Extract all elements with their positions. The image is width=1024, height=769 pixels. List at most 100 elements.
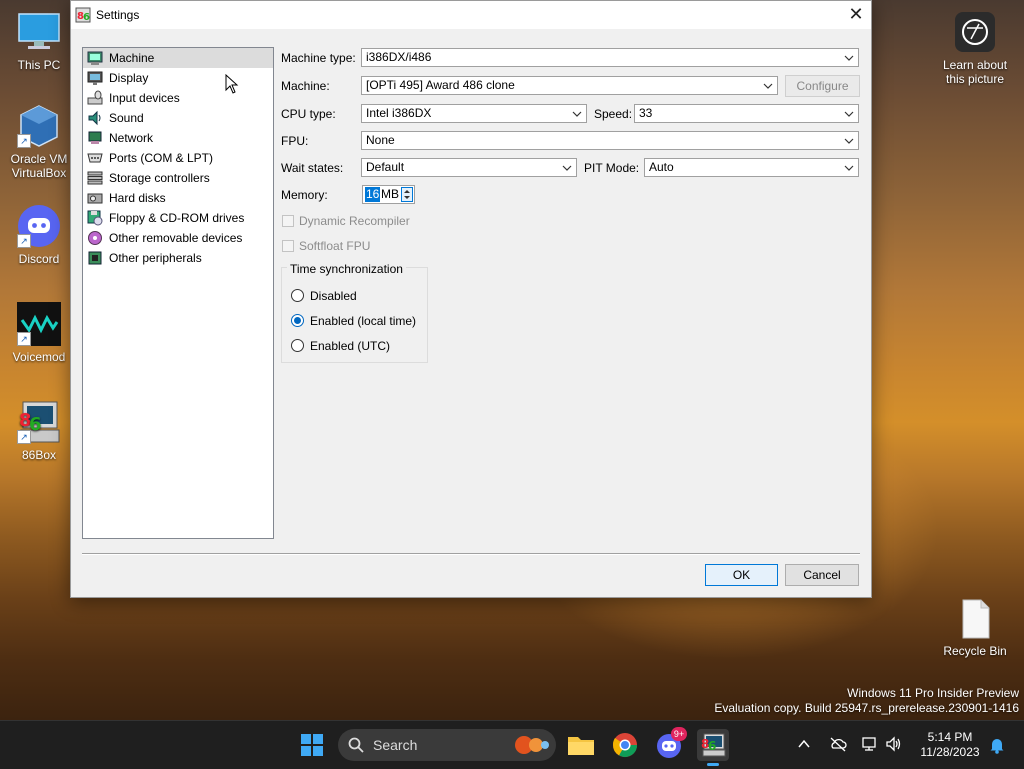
taskbar-search-box[interactable]: Search [338,729,556,761]
nav-item-machine[interactable]: Machine [83,48,273,68]
time-sync-local-radio[interactable] [291,314,304,327]
nav-item-label: Other removable devices [109,231,243,245]
time-sync-utc-radio[interactable] [291,339,304,352]
time-sync-disabled-label: Disabled [310,289,357,303]
nav-item-storage-controllers[interactable]: Storage controllers [83,168,273,188]
nav-item-network[interactable]: Network [83,128,273,148]
wait-states-label: Wait states: [281,161,344,175]
nav-item-floppy-cdrom[interactable]: Floppy & CD-ROM drives [83,208,273,228]
file-explorer-icon[interactable] [565,729,597,761]
chevron-up-icon[interactable] [797,737,811,754]
hard-disk-icon [87,190,103,206]
pit-mode-dropdown[interactable]: Auto [644,158,859,177]
pit-mode-value: Auto [649,160,674,174]
shortcut-arrow-icon: ↗ [17,234,31,248]
desktop-icon-virtualbox[interactable]: ↗ Oracle VM VirtualBox [1,104,77,180]
desktop-icon-label: Voicemod [12,350,66,364]
86box-app-icon: 86 [75,7,91,23]
volume-icon[interactable] [885,736,903,755]
softfloat-fpu-label: Softfloat FPU [299,239,371,253]
svg-text:6: 6 [708,739,716,753]
speed-value: 33 [639,106,653,120]
desktop-icon-learn-about-picture[interactable]: Learn about this picture [937,10,1013,86]
search-icon [348,737,364,756]
86box-taskbar-icon[interactable]: 86 [697,729,729,766]
chevron-down-icon [844,132,854,149]
configure-button[interactable]: Configure [785,75,860,97]
memory-value[interactable]: 16 [365,187,381,202]
desktop-icon-voicemod[interactable]: ↗ Voicemod [1,302,77,364]
close-button[interactable]: ✕ [841,1,871,29]
storage-icon [87,170,103,186]
nav-item-hard-disks[interactable]: Hard disks [83,188,273,208]
time-sync-disabled-radio[interactable] [291,289,304,302]
floppy-icon [87,210,103,226]
chevron-down-icon [572,105,582,122]
cpu-type-label: CPU type: [281,107,336,121]
shortcut-arrow-icon: ↗ [17,332,31,346]
active-app-indicator [707,763,719,766]
cloud-offline-icon[interactable] [829,736,847,755]
windows-watermark: Windows 11 Pro Insider Preview Evaluatio… [714,686,1019,716]
settings-category-list[interactable]: Machine Display Input devices Sound Netw… [82,47,274,539]
nav-item-label: Machine [109,51,155,65]
desktop-icon-86box[interactable]: 86 ↗ 86Box [1,400,77,462]
network-tray-icon[interactable] [861,736,879,755]
nav-item-label: Input devices [109,91,180,105]
virtualbox-icon: ↗ [17,104,61,148]
display-icon [87,70,103,86]
speed-dropdown[interactable]: 33 [634,104,859,123]
cpu-type-value: Intel i386DX [366,106,432,120]
svg-text:6: 6 [83,12,90,23]
ok-button[interactable]: OK [705,564,778,586]
softfloat-fpu-checkbox[interactable] [282,240,294,252]
nav-item-other-peripherals[interactable]: Other peripherals [83,248,273,268]
wait-states-value: Default [366,160,405,174]
desktop-icon-label: 86Box [21,448,57,462]
chevron-down-icon [763,77,773,94]
nav-item-sound[interactable]: Sound [83,108,273,128]
desktop-icon-recycle-bin[interactable]: Recycle Bin [937,596,1013,658]
time-sync-utc-label: Enabled (UTC) [310,339,391,353]
time-sync-local-label: Enabled (local time) [310,314,417,328]
cpu-type-dropdown[interactable]: Intel i386DX [361,104,587,123]
machine-type-dropdown[interactable]: i386DX/i486 [361,48,859,67]
nav-item-display[interactable]: Display [83,68,273,88]
discord-taskbar-icon[interactable]: 9+ [653,727,687,761]
desktop-icon-this-pc[interactable]: This PC [1,10,77,72]
memory-spinbox[interactable]: 16 MB [362,185,415,204]
machine-dropdown[interactable]: [OPTi 495] Award 486 clone [361,76,778,95]
fpu-dropdown[interactable]: None [361,131,859,150]
watermark-line2: Evaluation copy. Build 25947.rs_prerelea… [714,701,1019,715]
dialog-separator-highlight [82,554,860,555]
nav-item-label: Other peripherals [109,251,202,265]
dynamic-recompiler-checkbox[interactable] [282,215,294,227]
desktop-icon-discord[interactable]: ↗ Discord [1,204,77,266]
window-title: Settings [96,8,140,22]
memory-spin-arrows-icon[interactable] [401,187,413,202]
nav-item-label: Storage controllers [109,171,210,185]
chrome-icon[interactable] [609,729,641,761]
machine-type-label: Machine type: [281,51,356,65]
86box-icon: 86 ↗ [17,400,61,444]
nav-item-input-devices[interactable]: Input devices [83,88,273,108]
input-devices-icon [87,90,103,106]
pit-mode-label: PIT Mode: [584,161,640,175]
memory-label: Memory: [281,188,328,202]
cancel-button[interactable]: Cancel [785,564,859,586]
nav-item-ports[interactable]: Ports (COM & LPT) [83,148,273,168]
clock-time: 5:14 PM [927,730,973,744]
network-icon [87,130,103,146]
titlebar[interactable]: 86 Settings ✕ [71,1,871,29]
start-button[interactable] [296,729,328,761]
clock[interactable]: 5:14 PM 11/28/2023 [912,730,988,760]
desktop-icon-label: This PC [17,58,61,72]
notification-bell-icon[interactable] [989,736,1005,757]
desktop-icon-label: Discord [18,252,60,266]
wait-states-dropdown[interactable]: Default [361,158,577,177]
chevron-down-icon [844,159,854,176]
nav-item-removable-devices[interactable]: Other removable devices [83,228,273,248]
monitor-icon [17,10,61,54]
machine-value: [OPTi 495] Award 486 clone [366,78,515,92]
desktop-icon-label: Learn about this picture [942,58,1008,86]
